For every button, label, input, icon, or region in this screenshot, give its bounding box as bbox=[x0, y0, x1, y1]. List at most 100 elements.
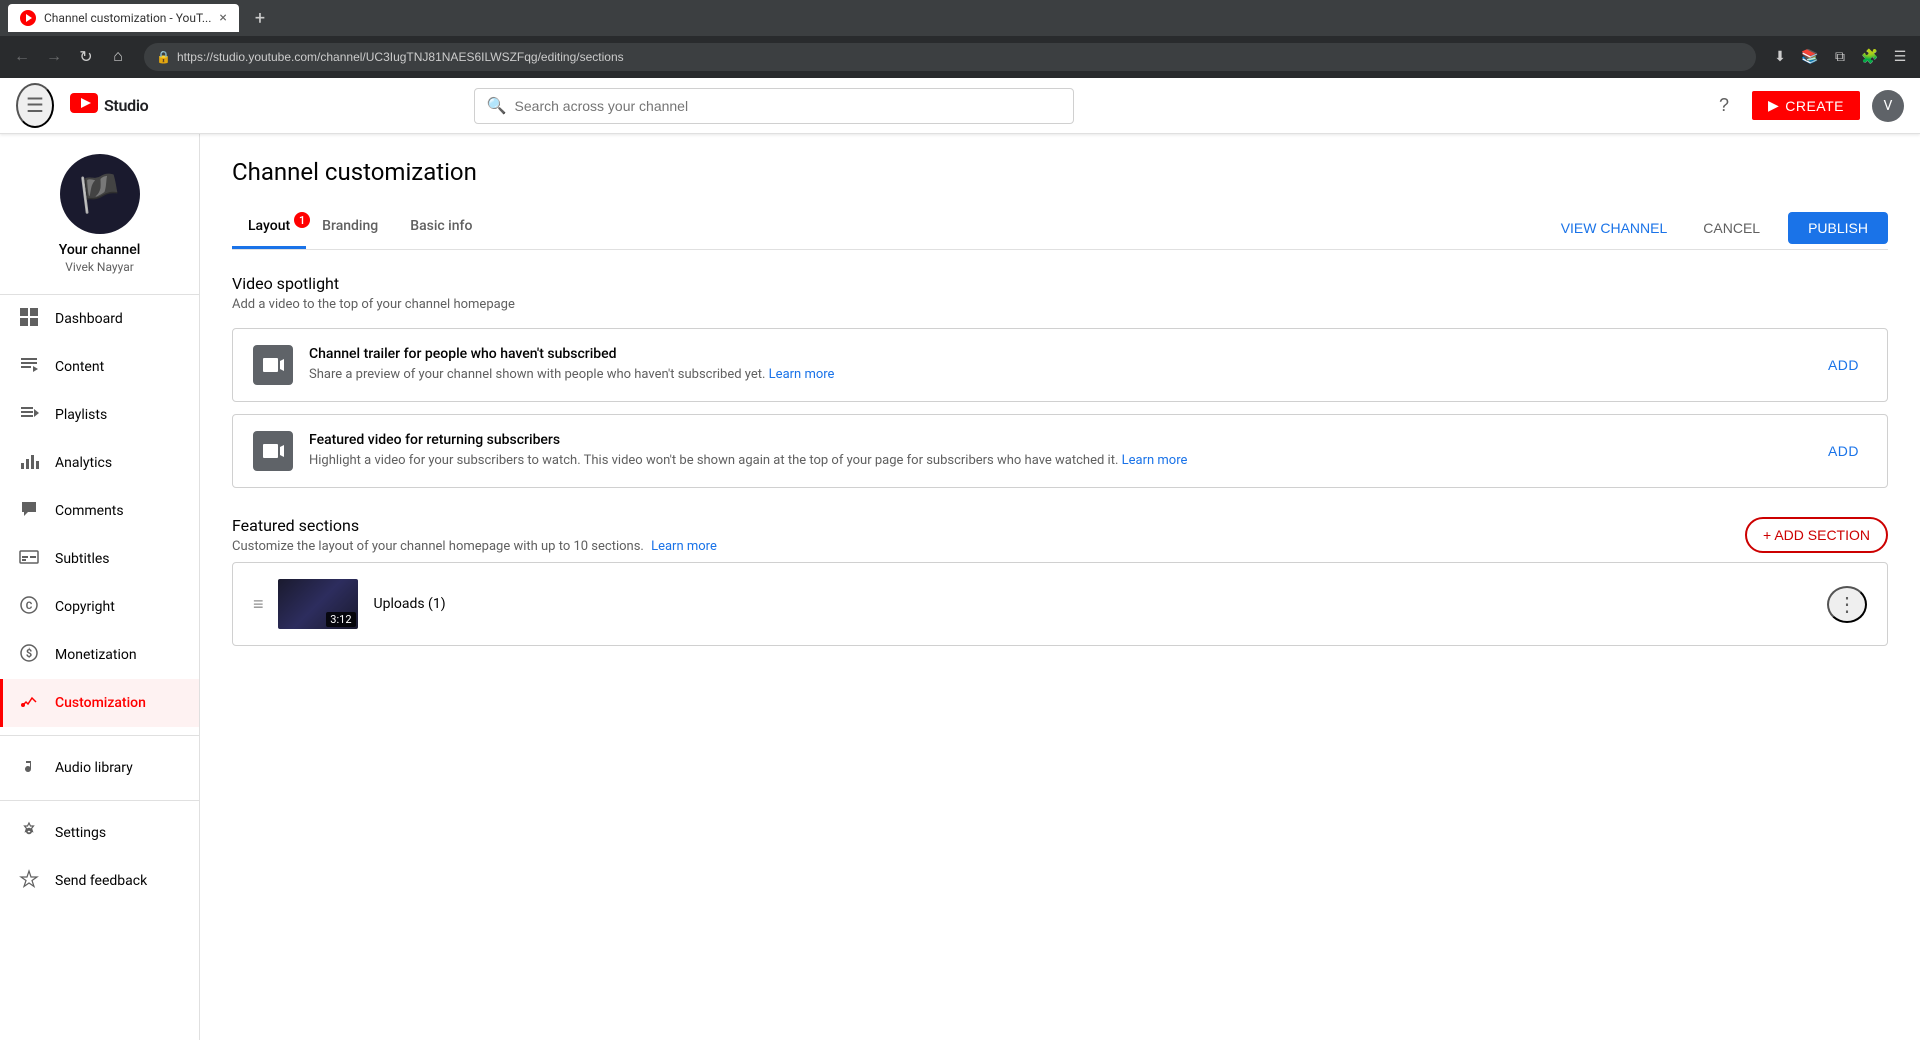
tabs-icon[interactable]: ⧉ bbox=[1828, 45, 1852, 69]
sidebar-item-audio-library-label: Audio library bbox=[55, 760, 183, 776]
bookmarks-icon[interactable]: 📚 bbox=[1798, 45, 1822, 69]
featured-video-desc: Highlight a video for your subscribers t… bbox=[309, 452, 1804, 470]
browser-title-bar: Channel customization - YouT... × + bbox=[0, 0, 1920, 36]
subtitles-icon bbox=[19, 547, 39, 572]
forward-button[interactable]: → bbox=[40, 43, 68, 71]
publish-button[interactable]: PUBLISH bbox=[1788, 212, 1888, 244]
browser-toolbar-right: ⬇ 📚 ⧉ 🧩 ☰ bbox=[1768, 45, 1912, 69]
sidebar-item-content[interactable]: Content bbox=[0, 343, 199, 391]
view-channel-button[interactable]: VIEW CHANNEL bbox=[1553, 214, 1676, 242]
home-button[interactable]: ⌂ bbox=[104, 43, 132, 71]
tab-basic-info[interactable]: Basic info bbox=[394, 206, 488, 249]
create-button[interactable]: ▶ CREATE bbox=[1752, 91, 1860, 120]
channel-trailer-add-button[interactable]: ADD bbox=[1820, 351, 1867, 379]
sidebar-item-monetization[interactable]: $ Monetization bbox=[0, 631, 199, 679]
sidebar-nav: Dashboard Content Playlists bbox=[0, 295, 199, 727]
uploads-section-card: ≡ 3:12 Uploads (1) ⋮ bbox=[232, 562, 1888, 646]
sidebar-item-customization[interactable]: Customization bbox=[0, 679, 199, 727]
channel-info: 🏴 Your channel Vivek Nayyar bbox=[0, 134, 199, 295]
svg-text:$: $ bbox=[26, 647, 32, 660]
sidebar-item-customization-label: Customization bbox=[55, 695, 183, 711]
sidebar-item-playlists[interactable]: Playlists bbox=[0, 391, 199, 439]
sidebar-divider-2 bbox=[0, 800, 199, 801]
new-tab-button[interactable]: + bbox=[247, 8, 273, 29]
tab-layout[interactable]: Layout 1 bbox=[232, 206, 306, 249]
app-header: ☰ Studio 🔍 ? ▶ CREATE V bbox=[0, 78, 1920, 134]
featured-sections-learn-more[interactable]: Learn more bbox=[651, 539, 717, 554]
sidebar-item-analytics[interactable]: Analytics bbox=[0, 439, 199, 487]
url-input[interactable] bbox=[177, 50, 1744, 64]
browser-tab[interactable]: Channel customization - YouT... × bbox=[8, 4, 239, 32]
tab-branding[interactable]: Branding bbox=[306, 206, 394, 249]
sidebar-item-dashboard-label: Dashboard bbox=[55, 311, 183, 327]
search-icon: 🔍 bbox=[487, 96, 507, 115]
body-layout: 🏴 Your channel Vivek Nayyar Dashboard Co… bbox=[0, 134, 1920, 1040]
tabs-actions: VIEW CHANNEL CANCEL PUBLISH bbox=[1553, 212, 1888, 244]
uploads-thumbnail: 3:12 bbox=[278, 579, 358, 629]
menu-icon[interactable]: ☰ bbox=[1888, 45, 1912, 69]
tabs-bar: Layout 1 Branding Basic info VIEW CHANNE… bbox=[232, 206, 1888, 250]
page-title: Channel customization bbox=[232, 158, 1888, 186]
channel-trailer-info: Channel trailer for people who haven't s… bbox=[309, 346, 1804, 384]
address-bar: 🔒 bbox=[144, 43, 1756, 71]
channel-trailer-desc: Share a preview of your channel shown wi… bbox=[309, 366, 1804, 384]
create-plus-icon: ▶ bbox=[1768, 97, 1779, 114]
sidebar-item-audio-library[interactable]: Audio library bbox=[0, 744, 199, 792]
help-button[interactable]: ? bbox=[1708, 90, 1740, 122]
featured-sections-area: Featured sections Customize the layout o… bbox=[232, 516, 1888, 646]
cancel-button[interactable]: CANCEL bbox=[1687, 214, 1776, 242]
copyright-icon: C bbox=[19, 595, 39, 620]
channel-avatar[interactable]: 🏴 bbox=[60, 154, 140, 234]
svg-text:C: C bbox=[26, 601, 33, 612]
sidebar-item-send-feedback-label: Send feedback bbox=[55, 873, 183, 889]
sidebar-item-dashboard[interactable]: Dashboard bbox=[0, 295, 199, 343]
sidebar-item-subtitles[interactable]: Subtitles bbox=[0, 535, 199, 583]
content-icon bbox=[19, 355, 39, 380]
tab-layout-label: Layout bbox=[248, 218, 290, 234]
sidebar-item-copyright[interactable]: C Copyright bbox=[0, 583, 199, 631]
search-bar: 🔍 bbox=[474, 88, 1074, 124]
video-spotlight-title: Video spotlight bbox=[232, 274, 1888, 293]
featured-sections-header: Featured sections Customize the layout o… bbox=[232, 516, 1888, 554]
downloads-icon[interactable]: ⬇ bbox=[1768, 45, 1792, 69]
sidebar-item-comments[interactable]: Comments bbox=[0, 487, 199, 535]
featured-video-add-button[interactable]: ADD bbox=[1820, 437, 1867, 465]
featured-video-icon bbox=[253, 431, 293, 471]
video-spotlight-subtitle: Add a video to the top of your channel h… bbox=[232, 297, 1888, 312]
drag-handle-icon[interactable]: ≡ bbox=[253, 594, 262, 615]
extensions-icon[interactable]: 🧩 bbox=[1858, 45, 1882, 69]
playlists-icon bbox=[19, 403, 39, 428]
dashboard-icon bbox=[19, 307, 39, 332]
send-feedback-icon bbox=[19, 869, 39, 894]
tab-close-button[interactable]: × bbox=[219, 10, 226, 26]
channel-trailer-learn-more[interactable]: Learn more bbox=[769, 367, 835, 382]
search-input[interactable] bbox=[515, 98, 1061, 114]
tab-branding-label: Branding bbox=[322, 218, 378, 234]
featured-video-learn-more[interactable]: Learn more bbox=[1122, 453, 1188, 468]
monetization-icon: $ bbox=[19, 643, 39, 668]
featured-video-card: Featured video for returning subscribers… bbox=[232, 414, 1888, 488]
user-avatar[interactable]: V bbox=[1872, 90, 1904, 122]
settings-icon bbox=[19, 821, 39, 846]
back-button[interactable]: ← bbox=[8, 43, 36, 71]
app-logo[interactable]: Studio bbox=[70, 93, 149, 119]
audio-library-icon bbox=[19, 756, 39, 781]
featured-sections-header-left: Featured sections Customize the layout o… bbox=[232, 516, 717, 554]
uploads-section-title: Uploads (1) bbox=[374, 596, 1811, 612]
sidebar-item-settings-label: Settings bbox=[55, 825, 183, 841]
sidebar-item-settings[interactable]: Settings bbox=[0, 809, 199, 857]
customization-icon bbox=[19, 691, 39, 716]
channel-trailer-icon bbox=[253, 345, 293, 385]
uploads-more-button[interactable]: ⋮ bbox=[1827, 586, 1867, 623]
refresh-button[interactable]: ↻ bbox=[72, 43, 100, 71]
sidebar-item-analytics-label: Analytics bbox=[55, 455, 183, 471]
tab-favicon bbox=[20, 10, 36, 26]
sidebar-item-playlists-label: Playlists bbox=[55, 407, 183, 423]
add-section-button[interactable]: + ADD SECTION bbox=[1745, 517, 1888, 553]
sidebar-item-send-feedback[interactable]: Send feedback bbox=[0, 857, 199, 905]
hamburger-button[interactable]: ☰ bbox=[16, 83, 54, 128]
analytics-icon bbox=[19, 451, 39, 476]
channel-handle: Vivek Nayyar bbox=[65, 260, 134, 274]
video-spotlight-header: Video spotlight Add a video to the top o… bbox=[232, 274, 1888, 312]
featured-sections-title: Featured sections bbox=[232, 516, 717, 535]
